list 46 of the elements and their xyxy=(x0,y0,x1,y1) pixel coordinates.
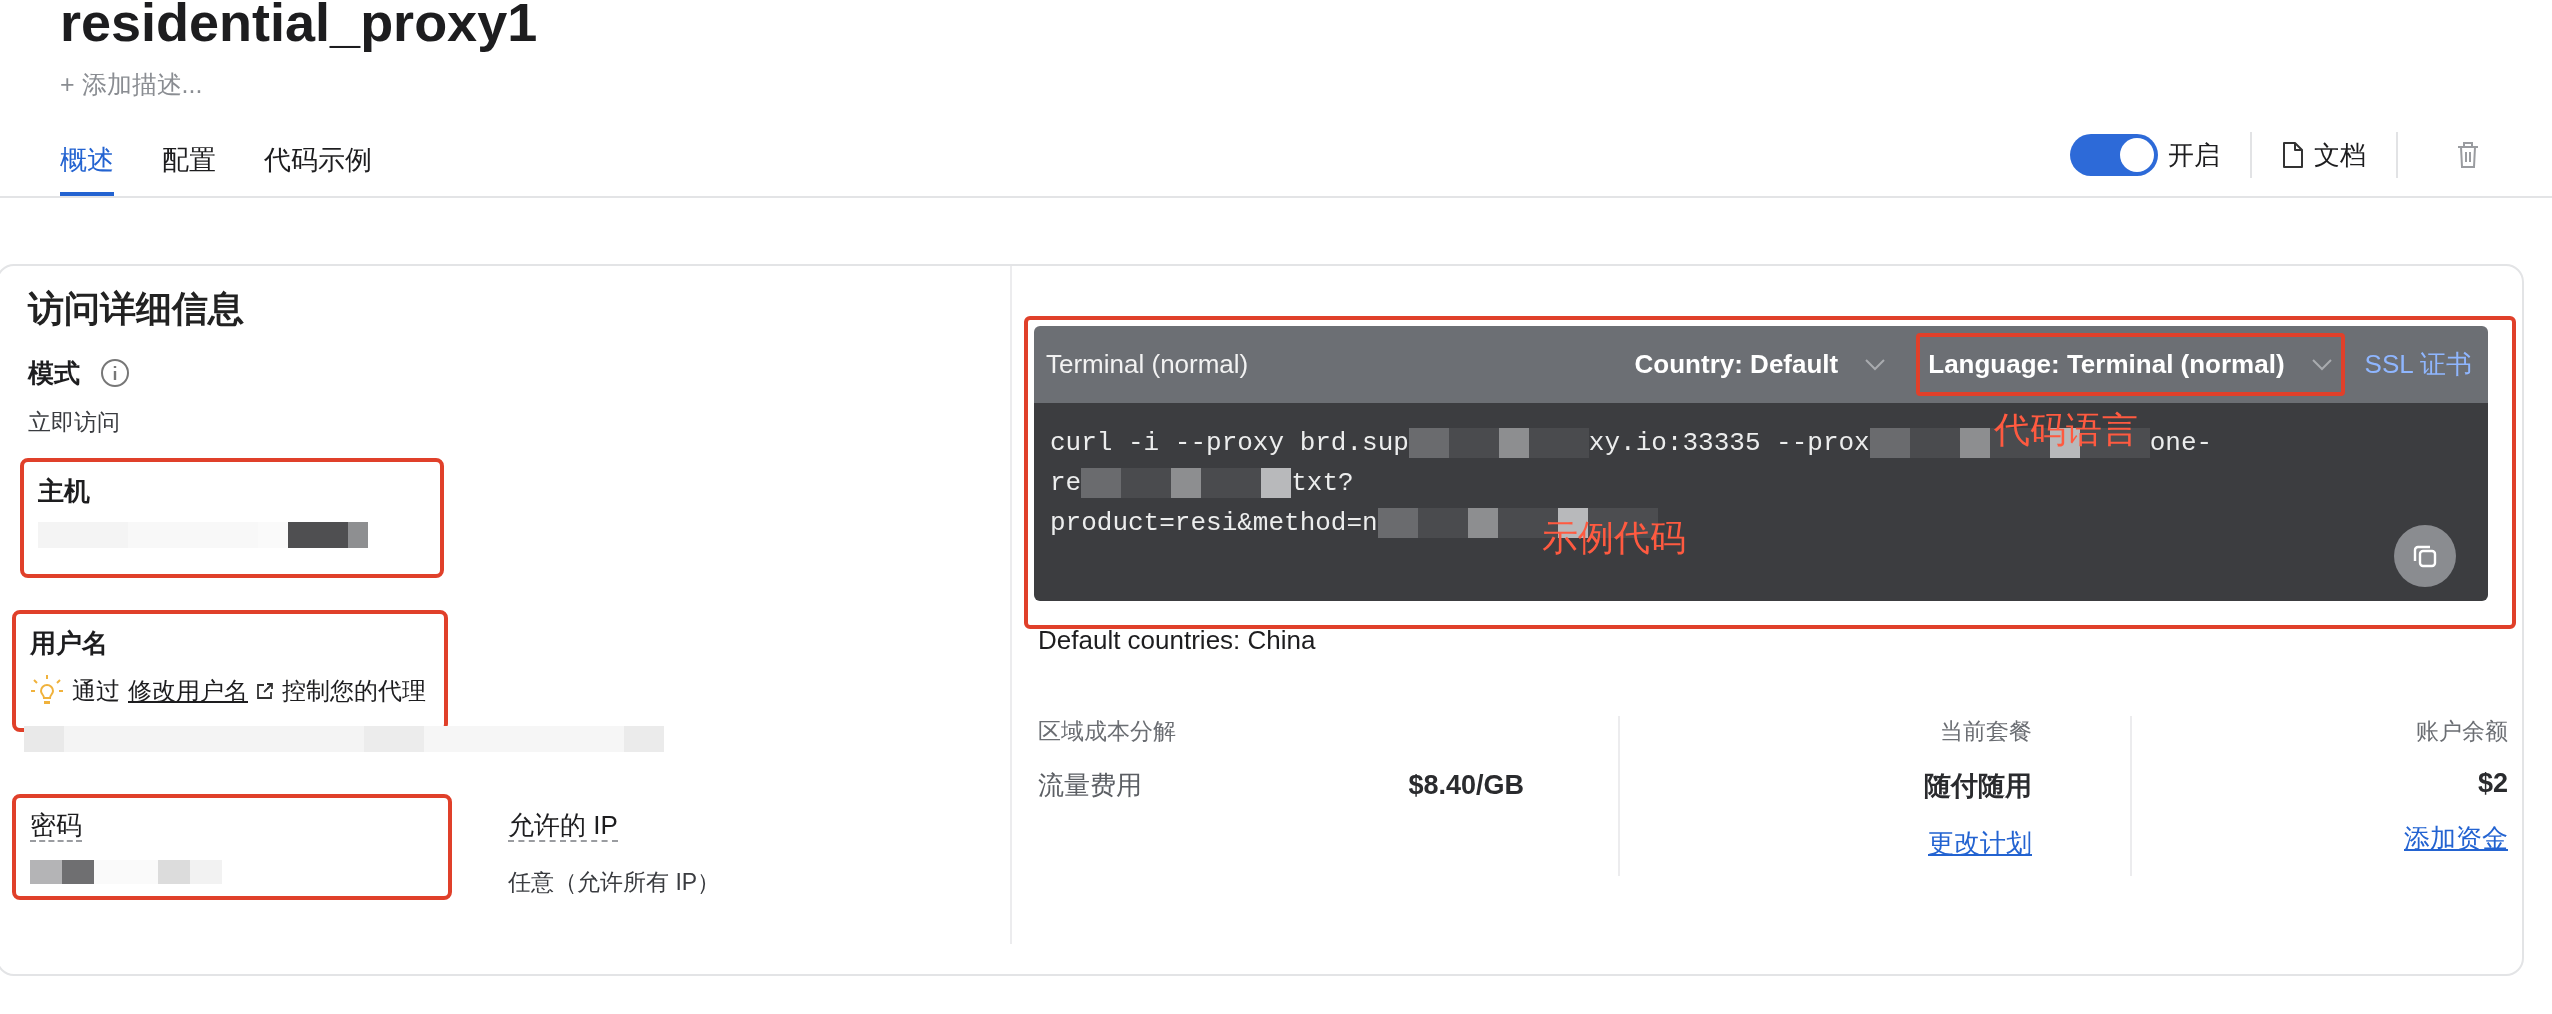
code-text: curl -i --proxy brd.sup xyxy=(1050,428,1409,458)
code-text: xy.io:33335 --prox xyxy=(1588,428,1870,458)
add-funds-link[interactable]: 添加资金 xyxy=(2404,821,2508,856)
info-icon[interactable] xyxy=(100,358,130,388)
toggle-switch[interactable] xyxy=(2070,134,2158,176)
stat-item: 流量费用 xyxy=(1038,769,1142,802)
chevron-icon xyxy=(2310,357,2333,372)
add-description-link[interactable]: + 添加描述... xyxy=(60,68,203,100)
chevron-icon xyxy=(1864,357,1887,372)
field-label: 模式 xyxy=(28,357,80,390)
section-title: 访问详细信息 xyxy=(28,287,244,331)
field-value: 立即访问 xyxy=(28,408,120,437)
stat-value: $8.40/GB xyxy=(1408,770,1524,801)
document-icon xyxy=(2282,141,2304,169)
page-title: residential_proxy1 xyxy=(60,0,538,54)
toggle-label: 开启 xyxy=(2168,138,2220,172)
code-text: product=resi&method=n xyxy=(1050,508,1378,538)
field-value: 任意（允许所有 IP） xyxy=(508,868,721,897)
tab[interactable]: 概述 xyxy=(60,142,114,196)
external-link-icon[interactable] xyxy=(256,682,274,700)
tab[interactable]: 配置 xyxy=(162,142,216,196)
stat-label: 账户余额 xyxy=(2416,717,2508,746)
code-text: one- xyxy=(2149,428,2213,458)
field-label: 主机 xyxy=(38,475,91,508)
language-dropdown[interactable]: Language: Terminal (normal) xyxy=(1916,333,2345,396)
code-text: txt? xyxy=(1291,468,1354,498)
change-plan-link[interactable]: 更改计划 xyxy=(1928,826,2032,861)
field-label: 允许的 IP xyxy=(508,810,618,842)
field-label: 用户名 xyxy=(30,627,109,660)
stat-label: 区域成本分解 xyxy=(1038,717,1176,746)
stat-value: $2 xyxy=(2477,768,2508,799)
docs-button[interactable]: 文档 xyxy=(2282,137,2366,173)
trash-icon[interactable] xyxy=(2456,141,2480,169)
field-label: 密码 xyxy=(30,810,82,842)
code-text: re xyxy=(1050,468,1082,498)
annotation-text: 代码语言 xyxy=(1994,410,2138,450)
code-panel-title: Terminal (normal) xyxy=(1046,349,1249,380)
edit-username-link[interactable]: 修改用户名 xyxy=(128,675,248,707)
country-dropdown[interactable]: Country: Default xyxy=(1622,333,1899,396)
stat-label: 当前套餐 xyxy=(1940,717,2032,746)
annotation-text: 示例代码 xyxy=(1542,518,1686,558)
hint-text: 控制您的代理 xyxy=(282,676,426,706)
default-countries-text: Default countries: China xyxy=(1038,625,1316,656)
stat-value: 随付随用 xyxy=(1924,770,2032,803)
hint-text: 通过 xyxy=(72,676,120,706)
tab[interactable]: 代码示例 xyxy=(264,142,372,196)
